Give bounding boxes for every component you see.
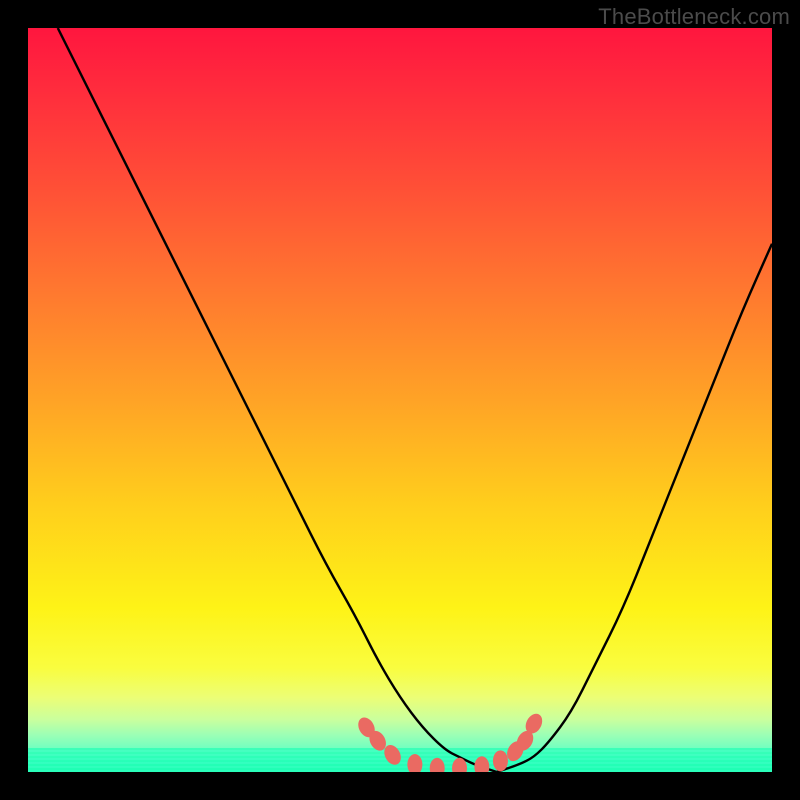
curve-layer bbox=[28, 28, 772, 772]
chart-frame: TheBottleneck.com bbox=[0, 0, 800, 800]
marker-group bbox=[355, 711, 546, 772]
data-marker bbox=[493, 750, 508, 771]
data-marker bbox=[474, 756, 489, 772]
data-marker bbox=[407, 754, 422, 772]
data-marker bbox=[430, 758, 445, 772]
plot-area bbox=[28, 28, 772, 772]
left-curve bbox=[58, 28, 497, 772]
right-curve bbox=[497, 244, 772, 772]
watermark-text: TheBottleneck.com bbox=[598, 4, 790, 30]
